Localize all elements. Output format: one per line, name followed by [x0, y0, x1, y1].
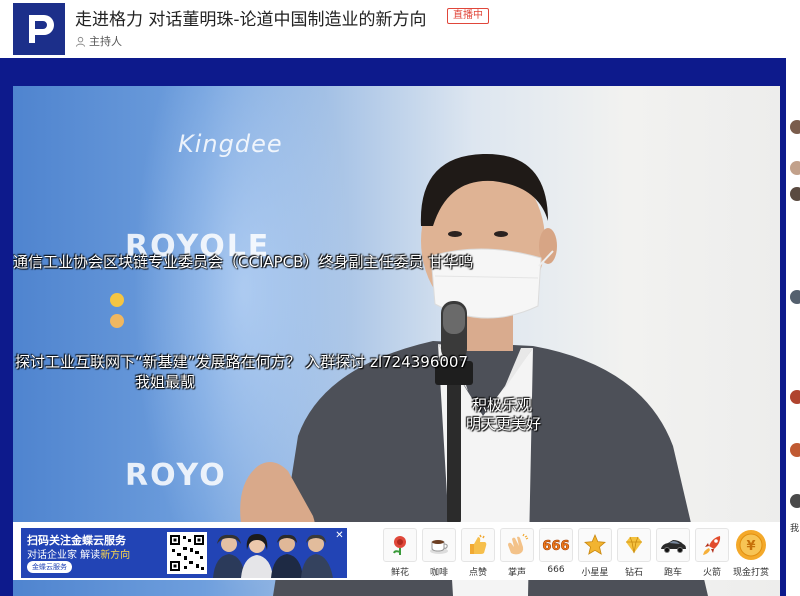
gift-diamond[interactable]: 钻石 [617, 528, 651, 578]
gift-label: 小星星 [581, 568, 609, 578]
avatar[interactable] [790, 290, 800, 304]
sports-car-icon [656, 528, 690, 562]
danmaku-comment: 我姐最靓 [135, 373, 196, 391]
avatar[interactable] [790, 494, 800, 508]
gift-666[interactable]: 666 666 [539, 528, 573, 578]
diamond-icon [617, 528, 651, 562]
666-icon: 666 [539, 528, 573, 562]
svg-text:¥: ¥ [746, 539, 755, 554]
smile-emoji-icon [110, 293, 124, 307]
gift-label: 鲜花 [390, 568, 409, 578]
ad-subline: 对话企业家 解读新方向 [27, 546, 130, 561]
header: 走进格力 对话董明珠-论道中国制造业的新方向 直播中 主持人 [0, 0, 800, 58]
avatar[interactable] [790, 120, 800, 134]
gift-cash-reward[interactable]: ¥ 现金打赏 [733, 528, 770, 578]
avatar[interactable] [790, 187, 800, 201]
gift-bar: 扫码关注金蝶云服务 对话企业家 解读新方向 金蝶云服务 ✕ 鲜花 咖啡 点赞 掌… [13, 522, 780, 580]
video-player[interactable]: Kingdee ROYOLE ROYO 通信工业协会区块链专业委员会（CCIAP… [13, 86, 780, 596]
gift-applause[interactable]: 掌声 [500, 528, 534, 578]
gift-label: 点赞 [468, 568, 487, 578]
page-title: 走进格力 对话董明珠-论道中国制造业的新方向 [75, 10, 427, 30]
svg-text:666: 666 [542, 539, 569, 554]
host-info[interactable]: 主持人 [75, 33, 122, 49]
flower-icon [383, 528, 417, 562]
gift-label: 火箭 [702, 568, 721, 578]
host-label: 主持人 [89, 35, 122, 48]
gift-list: 鲜花 咖啡 点赞 掌声 666 666 小星星 钻石 跑车 火箭 ¥ 现金打赏 [383, 528, 770, 578]
gift-rocket[interactable]: 火箭 [695, 528, 729, 578]
ad-brand-pill: 金蝶云服务 [27, 561, 72, 573]
user-icon [75, 36, 86, 47]
gift-coffee[interactable]: 咖啡 [422, 528, 456, 578]
gift-label: 现金打赏 [733, 568, 770, 578]
gift-label: 咖啡 [429, 568, 448, 578]
side-comment-fragment: 我 [790, 524, 800, 534]
ad-subline-highlight: 新方向 [100, 550, 131, 561]
cash-coin-icon: ¥ [734, 528, 768, 562]
danmaku-comment: 明天更美好 [466, 415, 542, 433]
gift-label: 666 [547, 565, 565, 575]
avatar[interactable] [790, 443, 800, 457]
gift-little-star[interactable]: 小星星 [578, 528, 612, 578]
danmaku-comment: 探讨工业互联网下“新基建”发展路在何方？ 入群探讨 zl724396007 [15, 353, 469, 371]
channel-logo[interactable] [13, 3, 65, 55]
gift-flower[interactable]: 鲜花 [383, 528, 417, 578]
gift-label: 跑车 [663, 568, 682, 578]
gift-label: 掌声 [507, 568, 526, 578]
ad-close-button[interactable]: ✕ [334, 530, 345, 541]
coffee-icon [422, 528, 456, 562]
viewer-avatar-strip [786, 58, 800, 596]
p-logo-icon [13, 3, 65, 55]
clap-icon [500, 528, 534, 562]
avatar[interactable] [790, 390, 800, 404]
gift-label: 钻石 [624, 568, 643, 578]
ad-people-figures [213, 534, 333, 578]
qr-code-icon [167, 532, 207, 574]
ad-subline-text: 对话企业家 解读 [27, 550, 101, 561]
gift-sports-car[interactable]: 跑车 [656, 528, 690, 578]
ad-banner[interactable]: 扫码关注金蝶云服务 对话企业家 解读新方向 金蝶云服务 ✕ [21, 528, 347, 578]
thumbs-up-icon [461, 528, 495, 562]
thumbs-up-emoji-icon [110, 314, 124, 328]
avatar[interactable] [790, 161, 800, 175]
live-stage: Kingdee ROYOLE ROYO 通信工业协会区块链专业委员会（CCIAP… [0, 58, 800, 596]
gift-like[interactable]: 点赞 [461, 528, 495, 578]
star-icon [578, 528, 612, 562]
live-badge: 直播中 [447, 8, 489, 24]
danmaku-comment: 积极乐观 [472, 396, 533, 414]
danmaku-comment: 通信工业协会区块链专业委员会（CCIAPCB）终身副主任委员 甘华鸣 [13, 253, 474, 271]
rocket-icon [695, 528, 729, 562]
